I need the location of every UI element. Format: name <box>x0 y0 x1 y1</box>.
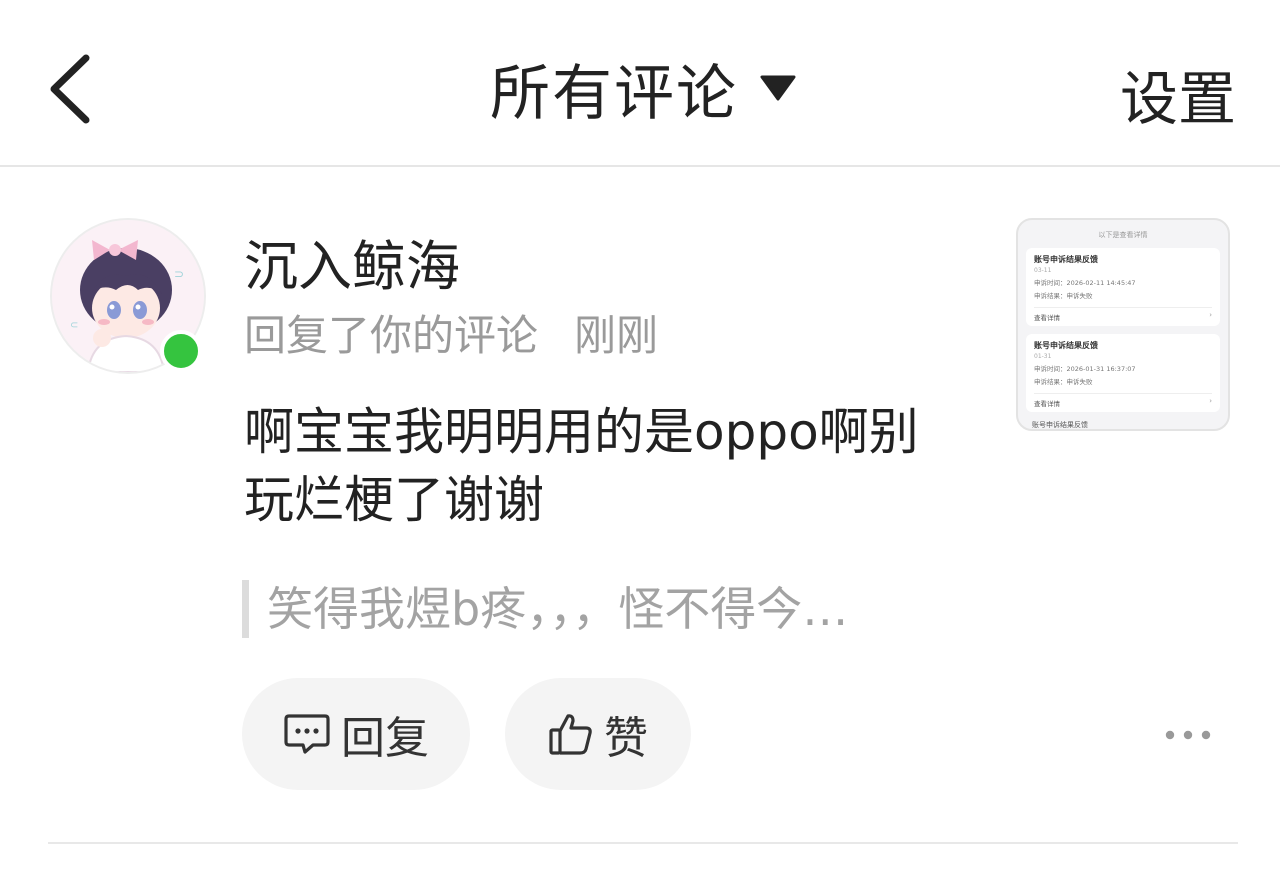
like-button[interactable]: 赞 <box>505 678 691 790</box>
thumbnail-card-title: 账号申诉结果反馈 <box>1034 341 1098 350</box>
thumbnail-card-line: 申诉结果：申诉失败 <box>1034 292 1093 300</box>
thumbnail-card-link-label: 查看详情 <box>1034 400 1060 408</box>
svg-text:⊂: ⊂ <box>70 320 78 331</box>
username[interactable]: 沉入鲸海 <box>244 222 460 301</box>
more-dots-icon <box>1165 730 1211 740</box>
comment-content-line: 玩烂梗了谢谢 <box>244 471 544 529</box>
comment-content-line: 啊宝宝我明明用的是oppo啊别 <box>244 403 919 461</box>
thumbnail-card: 账号申诉结果反馈 01-31 申诉时间：2026-01-31 16:37:07 … <box>1026 334 1220 412</box>
thumbnail-card-link: 查看详情 › <box>1034 393 1212 408</box>
original-post-thumbnail[interactable]: 以下是查看详情 账号申诉结果反馈 03-11 申诉时间：2026-02-11 1… <box>1016 218 1230 431</box>
thumbnail-card-line: 申诉时间：2026-02-11 14:45:47 <box>1034 279 1136 287</box>
chevron-left-icon <box>50 54 90 124</box>
reply-button[interactable]: 回复 <box>242 678 470 790</box>
back-button[interactable] <box>38 44 108 134</box>
thumbs-up-icon <box>549 714 592 755</box>
thumbnail-card-title: 账号申诉结果反馈 <box>1034 255 1098 264</box>
thumbnail-card-date: 01-31 <box>1034 353 1052 360</box>
thumbnail-card: 账号申诉结果反馈 03-11 申诉时间：2026-02-11 14:45:47 … <box>1026 248 1220 326</box>
thumbnail-card-line: 申诉结果：申诉失败 <box>1034 378 1093 386</box>
online-status-dot <box>160 330 202 372</box>
thumbnail-card-link: 查看详情 › <box>1034 307 1212 322</box>
like-label: 赞 <box>604 713 648 764</box>
comment-bubble-icon <box>284 714 330 754</box>
comment-filter-dropdown[interactable]: 所有评论 <box>490 48 796 129</box>
comment-meta: 回复了你的评论 刚刚 <box>244 302 658 363</box>
thumbnail-cut-title: 账号申诉结果反馈 <box>1032 421 1088 429</box>
chevron-right-icon: › <box>1209 311 1212 319</box>
reply-label: 回复 <box>341 713 429 764</box>
divider <box>48 842 1238 844</box>
thumbnail-header: 以下是查看详情 <box>1098 231 1148 239</box>
svg-text:⊃: ⊃ <box>174 267 184 281</box>
page-title: 所有评论 <box>490 58 738 129</box>
timestamp: 刚刚 <box>574 311 659 360</box>
quoted-comment[interactable]: 笑得我煜b疼，，，怪不得今… <box>242 580 982 638</box>
caret-down-icon <box>760 75 796 101</box>
thumbnail-card-date: 03-11 <box>1034 267 1052 274</box>
comment-content: 啊宝宝我明明用的是oppo啊别 玩烂梗了谢谢 <box>244 398 984 534</box>
top-bar: 所有评论 设置 <box>0 0 1280 167</box>
action-text: 回复了你的评论 <box>244 311 539 360</box>
chevron-right-icon: › <box>1209 397 1212 405</box>
thumbnail-card-link-label: 查看详情 <box>1034 314 1060 322</box>
thumbnail-card-line: 申诉时间：2026-01-31 16:37:07 <box>1034 365 1136 373</box>
more-options-button[interactable] <box>1160 720 1216 750</box>
settings-button[interactable]: 设置 <box>1120 52 1236 136</box>
